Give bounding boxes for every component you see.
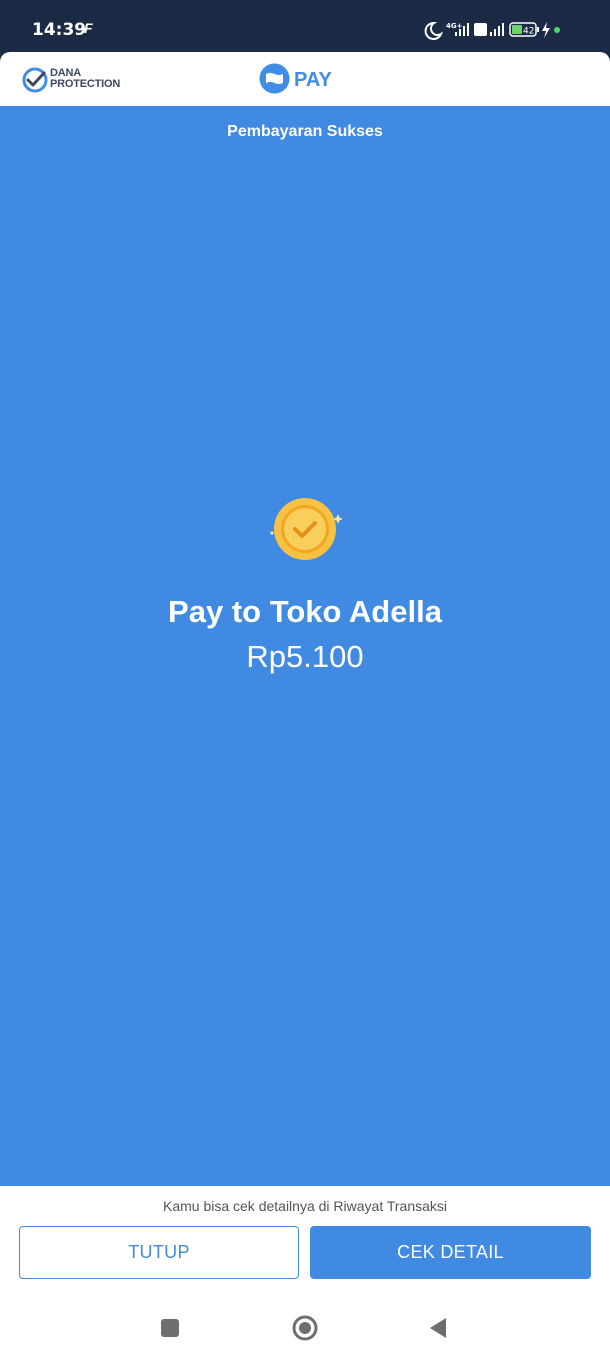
signal-4g-icon: 4G+ <box>446 22 469 36</box>
close-button[interactable]: TUTUP <box>19 1226 299 1279</box>
charging-icon <box>542 22 550 38</box>
payment-amount: Rp5.100 <box>246 639 364 674</box>
moon-icon <box>424 21 444 40</box>
battery-icon: 42 <box>509 22 539 37</box>
triangle-back-icon[interactable] <box>428 1317 448 1339</box>
circle-icon[interactable] <box>291 1314 319 1342</box>
history-hint: Kamu bisa cek detailnya di Riwayat Trans… <box>162 1198 448 1214</box>
dana-wallet-icon <box>259 63 290 94</box>
shield-check-icon <box>22 67 48 93</box>
status-icons: 4G+ 42 <box>424 20 584 42</box>
payment-result-panel: Pembayaran Sukses Pay to Toko Adella Rp5… <box>0 106 610 1186</box>
page-title: Pembayaran Sukses <box>227 123 383 140</box>
protection-logo-line2: PROTECTION <box>50 78 121 90</box>
carrier-glyph: F <box>84 20 93 36</box>
status-time: 14:39 <box>32 20 87 40</box>
status-bar: 14:39 F 4G+ 42 <box>0 0 610 52</box>
network-1-label: 4G+ <box>446 22 463 30</box>
check-detail-button[interactable]: CEK DETAIL <box>310 1226 591 1279</box>
app-header: DANA PROTECTION PAY <box>0 52 610 106</box>
system-nav-bar <box>0 1298 610 1356</box>
volte-icon <box>474 23 504 36</box>
indicator-dot <box>554 27 560 33</box>
battery-level: 42 <box>523 27 534 37</box>
merchant-line: Pay to Toko Adella <box>168 594 442 629</box>
gold-coin-check-icon <box>270 498 343 560</box>
bottom-action-panel: Kamu bisa cek detailnya di Riwayat Trans… <box>0 1186 610 1298</box>
square-icon[interactable] <box>160 1318 180 1338</box>
pay-label: PAY <box>294 69 332 91</box>
